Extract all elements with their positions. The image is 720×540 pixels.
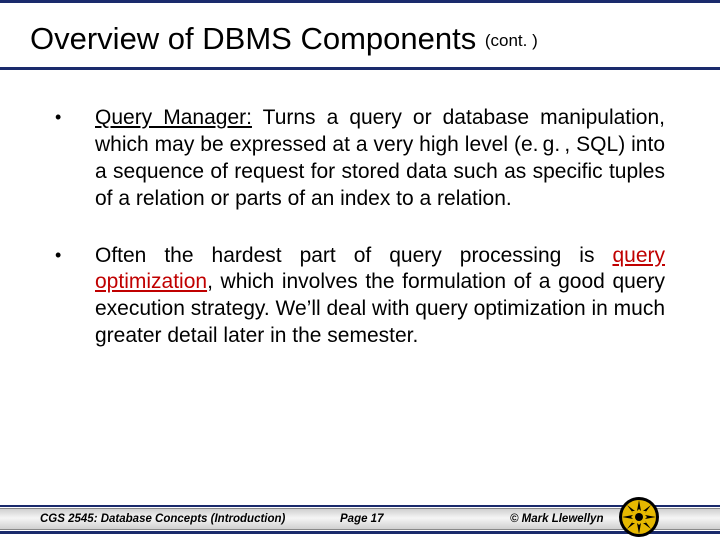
footer: CGS 2545: Database Concepts (Introductio… [0, 498, 720, 540]
footer-course: CGS 2545: Database Concepts (Introductio… [0, 513, 340, 525]
footer-rule-bottom [0, 531, 720, 534]
bullet-item: • Query Manager: Turns a query or databa… [55, 105, 665, 213]
title-area: Overview of DBMS Components (cont. ) [0, 3, 720, 67]
bullet-marker: • [55, 243, 95, 351]
ucf-logo-icon [618, 496, 660, 538]
slide-title: Overview of DBMS Components (cont. ) [30, 21, 690, 57]
title-main: Overview of DBMS Components [30, 21, 476, 56]
footer-page: Page 17 [340, 513, 480, 525]
bullet-pre: Often the hardest part of query processi… [95, 244, 612, 267]
bullet-marker: • [55, 105, 95, 213]
bullet-text: Often the hardest part of query processi… [95, 243, 665, 351]
title-cont: (cont. ) [485, 31, 538, 50]
footer-copyright: © Mark Llewellyn [480, 513, 720, 525]
footer-bar: CGS 2545: Database Concepts (Introductio… [0, 508, 720, 530]
term-query-manager: Query Manager: [95, 106, 252, 129]
content-area: • Query Manager: Turns a query or databa… [0, 70, 720, 350]
bullet-item: • Often the hardest part of query proces… [55, 243, 665, 351]
footer-rule-top [0, 505, 720, 507]
bullet-text: Query Manager: Turns a query or database… [95, 105, 665, 213]
slide: Overview of DBMS Components (cont. ) • Q… [0, 0, 720, 540]
